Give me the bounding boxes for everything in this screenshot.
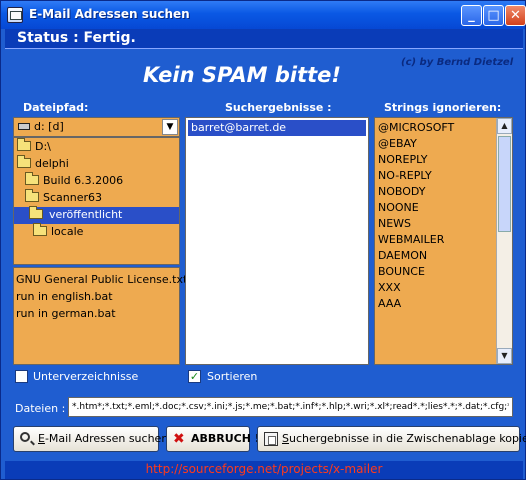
ignore-list[interactable]: @MICROSOFT @EBAY NOREPLY NO-REPLY NOBODY…: [374, 117, 513, 365]
subdirs-label: Unterverzeichnisse: [33, 370, 139, 383]
sort-checkbox[interactable]: ✓: [188, 370, 201, 383]
footer-bar: http://sourceforge.net/projects/x-mailer: [5, 461, 523, 479]
list-item[interactable]: NEWS: [378, 216, 411, 232]
subdirs-checkbox[interactable]: [15, 370, 28, 383]
folder-tree[interactable]: D:\ delphi Build 6.3.2006 Scanner63 verö…: [13, 137, 180, 265]
status-text: Status : Fertig.: [17, 30, 136, 46]
files-label: Dateien :: [15, 402, 66, 415]
list-item[interactable]: AAA: [378, 296, 401, 312]
folder-closed-icon: [33, 223, 47, 236]
chevron-down-icon[interactable]: ▼: [162, 119, 178, 135]
tree-item-root[interactable]: D:\: [17, 138, 51, 156]
ignore-heading: Strings ignorieren:: [384, 101, 502, 114]
files-input[interactable]: [68, 397, 513, 417]
window-title: E-Mail Adressen suchen: [29, 7, 190, 21]
minimize-button[interactable]: _: [461, 5, 482, 26]
tree-item-locale[interactable]: locale: [33, 223, 83, 241]
scroll-down-icon[interactable]: ▼: [497, 348, 512, 364]
title-bar[interactable]: E-Mail Adressen suchen _ □ ✕: [1, 1, 526, 29]
list-item[interactable]: @MICROSOFT: [378, 120, 454, 136]
cancel-icon: ✖: [173, 431, 185, 447]
close-button[interactable]: ✕: [505, 5, 526, 26]
sort-label: Sortieren: [207, 370, 258, 383]
drive-value: d: [d]: [34, 120, 64, 133]
search-icon: [20, 432, 30, 442]
list-item[interactable]: run in english.bat: [16, 288, 177, 305]
results-list[interactable]: barret@barret.de: [185, 117, 369, 365]
scroll-up-icon[interactable]: ▲: [497, 118, 512, 134]
result-item[interactable]: barret@barret.de: [188, 120, 366, 136]
list-item[interactable]: NOREPLY: [378, 152, 428, 168]
path-heading: Dateipfad:: [23, 101, 89, 114]
folder-open-icon: [25, 189, 39, 202]
maximize-button[interactable]: □: [483, 5, 504, 26]
drive-select[interactable]: d: [d] ▼: [13, 117, 180, 137]
main-window: E-Mail Adressen suchen _ □ ✕ Status : Fe…: [0, 0, 526, 480]
list-item[interactable]: NOONE: [378, 200, 419, 216]
list-item[interactable]: run in german.bat: [16, 305, 177, 322]
tree-item-veroeffentlicht[interactable]: veröffentlicht: [14, 206, 179, 224]
credit-text: (c) by Bernd Dietzel: [401, 57, 514, 68]
folder-open-icon: [17, 138, 31, 151]
drive-icon: [18, 123, 30, 130]
list-item[interactable]: NO-REPLY: [378, 168, 432, 184]
list-item[interactable]: NOBODY: [378, 184, 426, 200]
copy-results-button[interactable]: Suchergebnisse in die Zwischenablage kop…: [257, 426, 526, 452]
abort-button[interactable]: ✖ ABBRUCH !: [166, 426, 260, 452]
status-bar: Status : Fertig.: [5, 29, 523, 49]
project-link[interactable]: http://sourceforge.net/projects/x-mailer: [5, 462, 523, 476]
list-item[interactable]: XXX: [378, 280, 401, 296]
folder-open-icon: [17, 155, 31, 168]
clipboard-icon: [264, 432, 278, 446]
scroll-thumb[interactable]: [498, 136, 511, 232]
list-item[interactable]: @EBAY: [378, 136, 417, 152]
list-item[interactable]: DAEMON: [378, 248, 427, 264]
folder-open-icon: [25, 172, 39, 185]
file-list[interactable]: GNU General Public License.txt run in en…: [13, 267, 187, 365]
folder-open-icon: [29, 206, 43, 219]
list-item[interactable]: GNU General Public License.txt: [16, 271, 187, 288]
tree-item-scanner[interactable]: Scanner63: [25, 189, 102, 207]
app-icon: [7, 7, 23, 23]
search-emails-button[interactable]: E-Mail Adressen suchen: [13, 426, 168, 452]
list-item[interactable]: WEBMAILER: [378, 232, 444, 248]
tree-item-build[interactable]: Build 6.3.2006: [25, 172, 123, 190]
ignore-scrollbar[interactable]: ▲ ▼: [496, 118, 512, 364]
list-item[interactable]: BOUNCE: [378, 264, 425, 280]
tree-item-delphi[interactable]: delphi: [17, 155, 69, 173]
slogan-text: Kein SPAM bitte!: [143, 63, 342, 87]
results-heading: Suchergebnisse :: [225, 101, 332, 114]
